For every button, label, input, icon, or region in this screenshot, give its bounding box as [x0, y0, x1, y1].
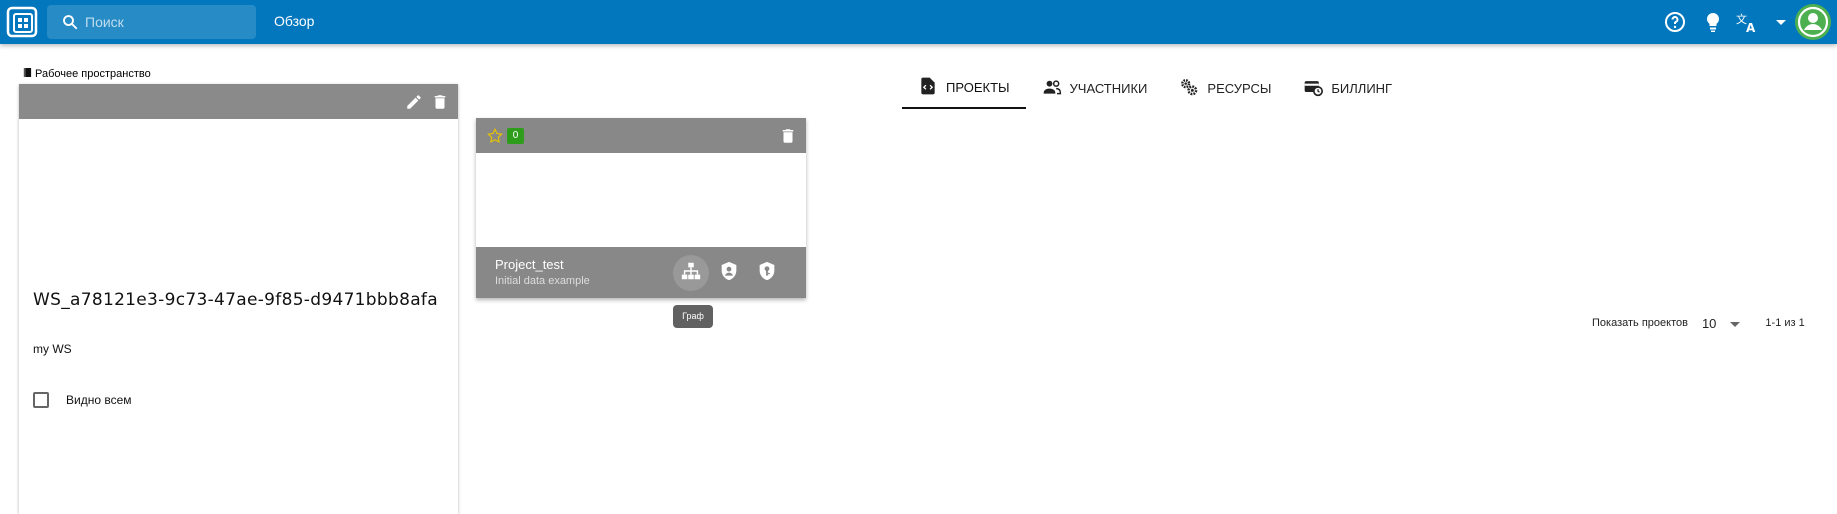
- shield-account-button[interactable]: [711, 255, 747, 291]
- project-card-header: 0: [476, 118, 806, 153]
- project-card-footer: Project_test Initial data example: [476, 247, 806, 298]
- search-icon: [61, 13, 79, 31]
- shield-account-icon: [718, 260, 740, 287]
- search-box[interactable]: [47, 5, 256, 39]
- graph-tooltip: Граф: [673, 305, 713, 328]
- shield-key-button[interactable]: [749, 255, 785, 291]
- pagination: Показать проектов 10 1-1 из 1: [1592, 315, 1805, 331]
- tab-projects[interactable]: ПРОЕКТЫ: [902, 68, 1026, 109]
- rows-per-page-select[interactable]: 10: [1701, 315, 1741, 331]
- caret-down-icon[interactable]: [1769, 10, 1793, 34]
- caret-down-icon: [1730, 316, 1741, 331]
- tab-resources[interactable]: РЕСУРСЫ: [1163, 68, 1287, 109]
- rows-per-page-value: 10: [1701, 315, 1717, 331]
- rows-per-page-label: Показать проектов: [1592, 317, 1688, 329]
- workspace-section-title: Рабочее пространство: [35, 68, 151, 80]
- pagination-range: 1-1 из 1: [1765, 317, 1805, 329]
- tab-members[interactable]: УЧАСТНИКИ: [1026, 68, 1164, 109]
- lightbulb-icon[interactable]: [1701, 10, 1725, 34]
- tab-label: УЧАСТНИКИ: [1069, 81, 1148, 96]
- workspace-description: my WS: [33, 342, 72, 356]
- workspace-name: WS_a78121e3-9c73-47ae-9f85-d9471bbb8afa: [33, 290, 438, 310]
- app-logo-icon[interactable]: [6, 6, 38, 38]
- graph-button[interactable]: [673, 255, 709, 291]
- top-app-bar: Обзор 文A: [0, 0, 1837, 44]
- notebook-icon: [23, 67, 32, 81]
- people-icon: [1042, 77, 1062, 100]
- delete-icon[interactable]: [431, 93, 449, 111]
- visible-to-all-label: Видно всем: [66, 393, 132, 407]
- nav-overview-link[interactable]: Обзор: [274, 13, 314, 29]
- tab-bar: ПРОЕКТЫ УЧАСТНИКИ РЕСУРСЫ БИЛЛИНГ: [902, 68, 1408, 109]
- tab-label: РЕСУРСЫ: [1207, 81, 1272, 96]
- workspace-card: WS_a78121e3-9c73-47ae-9f85-d9471bbb8afa …: [19, 84, 458, 514]
- translate-icon[interactable]: 文A: [1735, 10, 1759, 35]
- svg-text:A: A: [1746, 21, 1756, 34]
- workspace-section-label: Рабочее пространство: [23, 67, 151, 81]
- star-count-badge: 0: [507, 128, 524, 144]
- project-card[interactable]: 0 Project_test Initial data example: [476, 118, 806, 298]
- delete-icon[interactable]: [779, 127, 797, 145]
- help-circle-icon[interactable]: [1663, 10, 1687, 34]
- visible-to-all-option[interactable]: Видно всем: [33, 392, 132, 408]
- shield-key-icon: [756, 260, 778, 287]
- edit-icon[interactable]: [405, 93, 423, 111]
- visible-to-all-checkbox[interactable]: [33, 392, 49, 408]
- billing-icon: [1303, 77, 1324, 100]
- project-description: Initial data example: [495, 275, 590, 287]
- star-icon[interactable]: [486, 127, 504, 145]
- avatar[interactable]: [1795, 4, 1831, 40]
- search-input[interactable]: [85, 5, 250, 39]
- project-name[interactable]: Project_test: [495, 257, 564, 272]
- file-code-icon: [918, 76, 938, 99]
- gears-icon: [1179, 77, 1199, 100]
- workspace-card-header: [19, 84, 458, 119]
- graph-icon: [680, 260, 702, 287]
- tab-billing[interactable]: БИЛЛИНГ: [1287, 68, 1408, 109]
- tab-label: ПРОЕКТЫ: [946, 80, 1010, 95]
- tab-label: БИЛЛИНГ: [1331, 81, 1393, 96]
